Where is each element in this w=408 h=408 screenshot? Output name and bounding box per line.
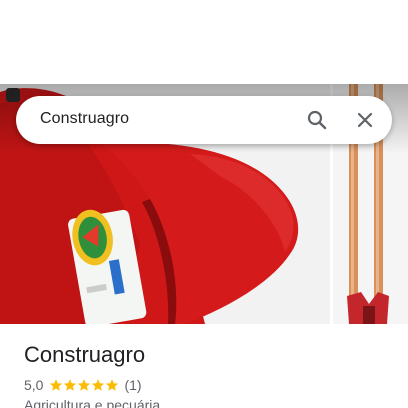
place-title: Construagro (24, 342, 146, 367)
star-icon (50, 379, 63, 391)
star-rating (49, 378, 119, 392)
review-count[interactable]: (1) (124, 377, 141, 393)
search-icon[interactable] (305, 108, 329, 132)
star-icon (106, 379, 119, 391)
place-category: Agricultura e pecuária (24, 397, 161, 408)
star-icon (78, 379, 91, 391)
rating-row[interactable]: 5,0 (1) (24, 376, 142, 394)
rating-value: 5,0 (24, 377, 44, 393)
star-icon (92, 379, 105, 391)
star-icon (64, 379, 77, 391)
search-bar[interactable]: Construagro (16, 96, 392, 144)
close-icon[interactable] (353, 108, 377, 132)
search-query-text[interactable]: Construagro (40, 110, 129, 128)
